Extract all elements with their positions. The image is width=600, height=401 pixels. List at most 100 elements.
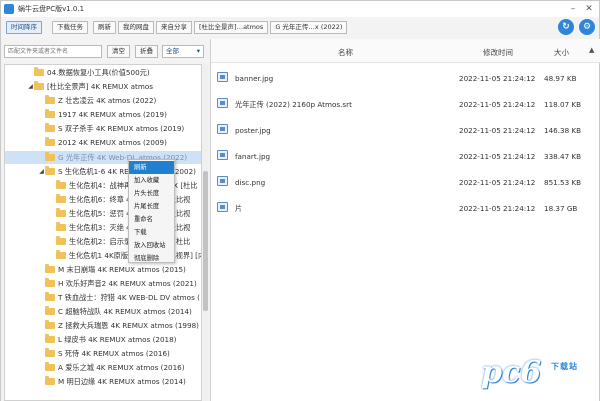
tree-item[interactable]: C 超脑特战队 4K REMUX atmos (2014) [5,305,201,318]
folder-icon [45,123,55,132]
folder-icon [45,166,55,175]
menu-item-refresh[interactable]: 刷新 [129,161,174,174]
clear-button[interactable]: 清空 [107,44,130,58]
tree-item[interactable]: S 死侍 4K REMUX atmos (2016) [5,347,201,360]
tree-item-label: 2012 4K REMUX atmos (2009) [58,138,167,147]
tree-item-label: L 绿皮书 4K REMUX atmos (2018) [58,334,177,344]
app-title: 蜗牛云盘PC版v1.0.1 [18,5,85,13]
tree-item[interactable]: 2012 4K REMUX atmos (2009) [5,136,201,149]
collapse-button[interactable]: 折叠 [135,44,158,58]
folder-icon [55,250,66,259]
search-input[interactable] [4,44,102,58]
file-name: 光年正传 (2022) 2160p Atmos.srt [235,100,352,109]
tree-item-label: M 末日崩塌 4K REMUX atmos (2015) [58,264,186,274]
context-menu: 刷新 加入收藏 片头长度 片尾长度 重命名 下载 放入回收站 彻底删除 [128,159,175,263]
table-row[interactable]: 光年正传 (2022) 2160p Atmos.srt 2022-11-05 2… [211,91,600,117]
tree-item[interactable]: ◢ [杜比全景声] 4K REMUX atmos [5,80,201,93]
tree-item-label: M 明日边缘 4K REMUX atmos (2014) [58,376,186,386]
file-modified: 2022-11-05 21:24:12 [459,100,536,109]
column-header-size[interactable]: 大小 [554,47,569,58]
tree-item[interactable]: Z 壮志凌云 4K atmos (2022) [5,94,201,107]
tree-item[interactable]: A 爱乐之城 4K REMUX atmos (2016) [5,361,201,374]
breadcrumb-item[interactable]: 我的网盘 [118,20,154,34]
menu-item-add-favorite[interactable]: 加入收藏 [129,174,174,187]
menu-item-download[interactable]: 下载 [129,226,174,239]
table-row[interactable]: poster.jpg 2022-11-05 21:24:12 146.38 KB [211,117,600,143]
tree-item-label: Z 壮志凌云 4K atmos (2022) [58,95,157,105]
breadcrumb-item[interactable]: 来自分享 [156,20,192,34]
file-name: poster.jpg [235,126,271,135]
watermark-sub: 下载站 [551,362,578,371]
image-file-icon [217,176,228,186]
breadcrumb-item[interactable]: G 光年正传…x (2022) [270,20,348,34]
search-row: 清空 折叠 全部 ▾ [4,44,210,58]
tree-item[interactable]: M 明日边缘 4K REMUX atmos (2014) [5,375,201,388]
table-row[interactable]: disc.png 2022-11-05 21:24:12 851.53 KB [211,169,600,195]
download-tasks-button[interactable]: 下载任务 [52,20,88,34]
list-header: 名称 修改时间 大小 ▲ [211,39,600,63]
file-size: 18.37 GB [544,204,578,213]
folder-icon [45,376,55,385]
image-file-icon [217,124,228,134]
window-controls: – ✕ [565,1,597,17]
minimize-icon[interactable]: – [565,2,581,16]
image-file-icon [217,150,228,160]
menu-item-rename[interactable]: 重命名 [129,213,174,226]
file-modified: 2022-11-05 21:24:12 [459,152,536,161]
menu-item-intro-length[interactable]: 片头长度 [129,187,174,200]
column-header-name[interactable]: 名称 [338,47,353,58]
folder-icon [56,236,66,245]
watermark-logo: pc6 [481,355,542,390]
tree-scrollbar[interactable] [202,64,209,401]
tree-expander[interactable]: ◢ [27,83,34,90]
file-size: 146.38 KB [544,126,582,135]
file-size: 338.47 KB [544,152,582,161]
file-name: fanart.jpg [235,152,271,161]
refresh-button[interactable]: 刷新 [93,20,116,34]
tree-item[interactable]: 1917 4K REMUX atmos (2019) [5,108,201,121]
folder-icon [45,137,55,146]
folder-icon [45,334,55,343]
tree-item[interactable]: S 双子杀手 4K REMUX atmos (2019) [5,122,201,135]
tree-item[interactable]: 04.数据恢复小工具(价值500元) [5,66,201,79]
folder-icon [56,222,66,231]
tree-item-label: S 死侍 4K REMUX atmos (2016) [58,348,170,358]
file-list-pane: 名称 修改时间 大小 ▲ banner.jpg 2022-11-05 21:24… [210,39,600,401]
menu-item-move-to-trash[interactable]: 放入回收站 [129,239,174,252]
file-modified: 2022-11-05 21:24:12 [459,178,536,187]
tree-item-label: [杜比全景声] 4K REMUX atmos [47,81,153,91]
subtitle-file-icon [217,98,228,108]
tree-item-label: A 爱乐之城 4K REMUX atmos (2016) [58,362,185,372]
folder-icon [45,264,55,273]
file-modified: 2022-11-05 21:24:12 [459,204,536,213]
tree-item[interactable]: L 绿皮书 4K REMUX atmos (2018) [5,333,201,346]
column-header-modified[interactable]: 修改时间 [483,47,513,58]
table-row[interactable]: 片 2022-11-05 21:24:12 18.37 GB [211,195,600,221]
toolbar-icons: ↻ ⚙ [553,17,595,37]
close-icon[interactable]: ✕ [581,2,597,16]
menu-item-outro-length[interactable]: 片尾长度 [129,200,174,213]
tree-item[interactable]: Z 拯救大兵瑞恩 4K REMUX atmos (1998) [5,319,201,332]
folder-icon [45,348,55,357]
tree-item-label: 1917 4K REMUX atmos (2019) [58,110,167,119]
app-logo-icon [4,4,14,14]
folder-icon [45,320,55,329]
tree-item-label: S 双子杀手 4K REMUX atmos (2019) [58,123,185,133]
table-row[interactable]: banner.jpg 2022-11-05 21:24:12 48.97 KB [211,65,600,91]
menu-item-delete-permanently[interactable]: 彻底删除 [129,252,174,265]
filter-select[interactable]: 全部 ▾ [162,44,204,58]
gear-icon[interactable]: ⚙ [579,19,595,35]
image-file-icon [217,72,228,82]
tree-item[interactable]: T 铁血战士：狩猎 4K WEB-DL DV atmos ( [5,291,201,304]
sort-order-select[interactable]: 时间降序 [6,20,42,34]
file-size: 851.53 KB [544,178,582,187]
scrollbar-thumb[interactable] [203,171,208,311]
refresh-icon[interactable]: ↻ [558,19,574,35]
breadcrumb-item[interactable]: [杜比全景声]…atmos [194,20,269,34]
folder-icon [45,292,55,301]
tree-item-label: C 超脑特战队 4K REMUX atmos (2014) [58,306,192,316]
folder-icon [45,306,55,315]
tree-item[interactable]: H 欢乐好声音2 4K REMUX atmos (2021) [5,277,201,290]
table-row[interactable]: fanart.jpg 2022-11-05 21:24:12 338.47 KB [211,143,600,169]
tree-expander[interactable]: ◢ [38,168,45,175]
